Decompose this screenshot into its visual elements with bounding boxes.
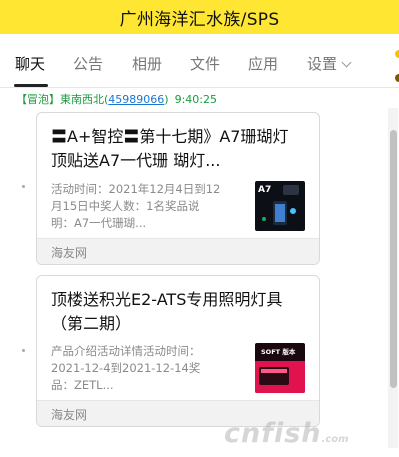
watermark-suffix: .com — [321, 434, 349, 445]
tab-bar: 聊天 公告 相册 文件 应用 设置 — [0, 34, 399, 88]
chat-message-area: 【冒泡】東南西北(45989066) 9:40:25 〓A+智控〓第十七期》A7珊… — [0, 88, 399, 457]
window-titlebar: 广州海洋汇水族/SPS — [0, 0, 399, 34]
card-description: 产品介绍活动详情活动时间：2021-12-4到2021-12-14奖品：ZETL… — [51, 344, 201, 392]
message-sender-line: 【冒泡】東南西北(45989066) 9:40:25 — [16, 91, 217, 107]
tab-files[interactable]: 文件 — [190, 53, 220, 74]
message-time: 9:40:25 — [174, 93, 217, 106]
card-footer: 海友网 — [37, 238, 319, 264]
tab-album[interactable]: 相册 — [132, 53, 162, 74]
list-bullet — [22, 349, 25, 352]
card-title: 〓A+智控〓第十七期》A7珊瑚灯顶贴送A7一代珊 瑚灯... — [51, 127, 289, 170]
share-card[interactable]: 顶楼送积光E2-ATS专用照明灯具（第二期） 产品介绍活动详情活动时间：2021… — [36, 275, 320, 427]
card-thumbnail: SOFT 版本 — [255, 343, 305, 393]
card-source: 海友网 — [51, 246, 88, 260]
tab-settings[interactable]: 设置 — [307, 53, 352, 74]
status-dot-icon — [395, 50, 399, 58]
sender-qq-link[interactable]: 45989066 — [108, 93, 164, 106]
card-title: 顶楼送积光E2-ATS专用照明灯具（第二期） — [51, 290, 283, 333]
card-source: 海友网 — [51, 408, 88, 422]
share-card[interactable]: 〓A+智控〓第十七期》A7珊瑚灯顶贴送A7一代珊 瑚灯... 活动时间：2021… — [36, 112, 320, 265]
site-watermark: cnfish.com — [224, 418, 349, 449]
thumbnail-label: SOFT 版本 — [261, 347, 296, 356]
scrollbar-thumb[interactable] — [390, 130, 397, 388]
qq-close-paren: ) — [164, 93, 169, 106]
sender-name[interactable]: 東南西北 — [60, 93, 104, 106]
status-dot-icon — [395, 74, 399, 82]
window-title: 广州海洋汇水族/SPS — [119, 9, 280, 30]
tab-chat[interactable]: 聊天 — [15, 53, 45, 74]
chevron-down-icon — [341, 57, 352, 68]
tab-settings-label: 设置 — [307, 55, 338, 73]
card-description: 活动时间：2021年12月4日到12月15日中奖人数：1名奖品说明：A7一代珊瑚… — [51, 182, 221, 230]
watermark-text: cnfish — [224, 418, 322, 449]
tab-apps[interactable]: 应用 — [248, 53, 278, 74]
message-tag: 【冒泡】 — [16, 93, 60, 106]
thumbnail-label: A7 — [258, 185, 271, 195]
active-tab-indicator — [14, 84, 48, 87]
card-thumbnail: A7 — [255, 181, 305, 231]
list-bullet — [22, 185, 25, 188]
tab-announcements[interactable]: 公告 — [73, 53, 103, 74]
